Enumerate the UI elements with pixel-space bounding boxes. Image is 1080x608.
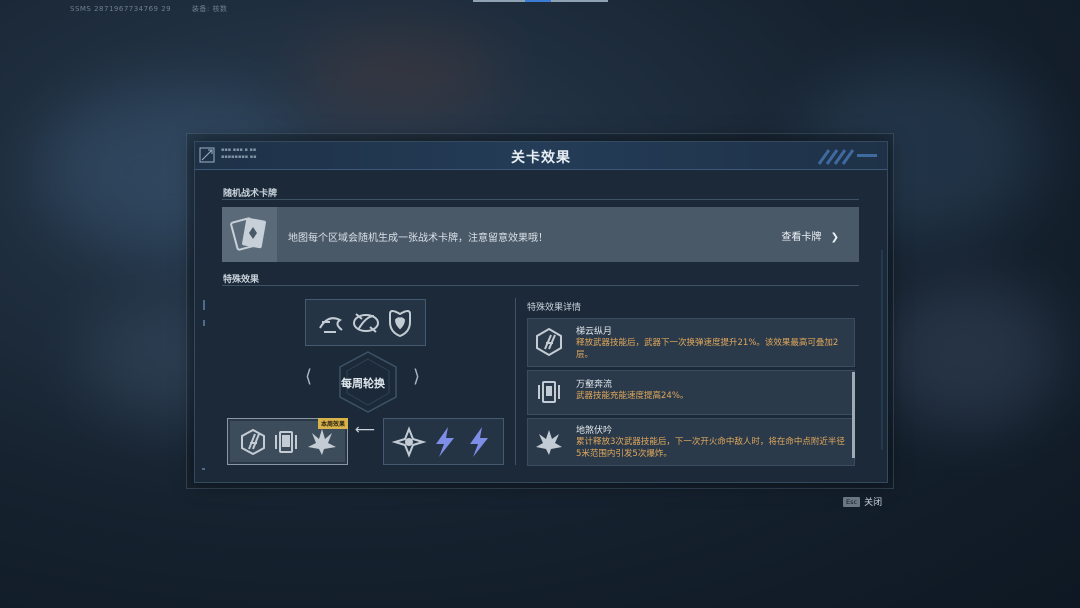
chain-icon: [353, 313, 379, 333]
detail-item: 地煞伏吟 累计释放3次武器技能后，下一次开火命中敌人时，将在命中点附近半径5米范…: [527, 418, 855, 466]
ladder-icon: [536, 327, 562, 357]
weekly-rotation-label: 每周轮换: [341, 377, 385, 390]
left-decor-lines: [202, 300, 205, 470]
equip-label: 装备: 核数: [191, 5, 228, 13]
random-cards-description: 地图每个区域会随机生成一张战术卡牌，注意留意效果哦！: [288, 233, 548, 244]
detail-name: 地煞伏吟: [576, 426, 613, 436]
detail-description: 释放武器技能后，武器下一次换弹速度提升21%。该效果最高可叠加2层。: [576, 338, 839, 360]
effect-group-next[interactable]: [305, 299, 426, 346]
detail-name: 梯云纵月: [576, 327, 613, 337]
close-label: 关闭: [864, 498, 883, 508]
dialog-header: ▪▪▪ ▪▪▪ ▪ ▪▪ ▪▪▪▪▪▪▪▪ ▪▪ 关卡效果: [195, 142, 887, 170]
right-decor-lines: [881, 250, 883, 450]
background-blur: [880, 280, 1060, 430]
stage-effects-dialog: ▪▪▪ ▪▪▪ ▪ ▪▪ ▪▪▪▪▪▪▪▪ ▪▪ 关卡效果 随机战术卡牌 地图每个…: [194, 141, 888, 483]
explosion-icon: [536, 430, 562, 455]
detail-description: 累计释放3次武器技能后，下一次开火命中敌人时，将在命中点附近半径5米范围内引发5…: [576, 437, 845, 459]
this-week-badge: 本周效果: [317, 418, 348, 429]
detail-description: 武器技能充能速度提高24%。: [576, 391, 689, 401]
effect-group-this-week[interactable]: 本周效果: [227, 418, 348, 465]
detail-item: 万壑奔流 武器技能充能速度提高24%。: [527, 370, 855, 415]
random-cards-heading: 随机战术卡牌: [223, 189, 278, 199]
detail-item: 梯云纵月 释放武器技能后，武器下一次换弹速度提升21%。该效果最高可叠加2层。: [527, 318, 855, 367]
close-button[interactable]: Esc 关闭: [843, 495, 882, 508]
rotate-right-arrow-icon: ⟩: [413, 366, 421, 387]
background-blur: [300, 30, 500, 120]
cards-icon: [230, 217, 266, 251]
shuriken-icon: [391, 426, 427, 458]
heart-shield-icon: [389, 310, 411, 338]
effect-group-icons: [391, 426, 488, 458]
special-effects-heading: 特殊效果: [223, 275, 260, 285]
dialog-title: 关卡效果: [511, 150, 571, 166]
phone-burst-icon: [538, 381, 560, 403]
random-cards-banner[interactable]: 地图每个区域会随机生成一张战术卡牌，注意留意效果哦！ 查看卡牌 ❯: [222, 207, 859, 262]
header-stripes-decor: [817, 149, 877, 165]
rotate-left-arrow-icon: ⟨: [305, 366, 313, 387]
lightning-icon: [436, 427, 454, 457]
effect-details-list[interactable]: 梯云纵月 释放武器技能后，武器下一次换弹速度提升21%。该效果最高可叠加2层。 …: [527, 318, 857, 466]
user-id: SSMS 2871967734769 29: [70, 5, 172, 13]
lightning-icon: [470, 427, 488, 457]
ladder-icon: [241, 428, 265, 456]
section-divider: [222, 199, 859, 200]
view-cards-label: 查看卡牌: [781, 232, 822, 243]
top-tab-indicator: [473, 0, 608, 2]
esc-key: Esc: [843, 497, 861, 507]
explosion-icon: [308, 429, 336, 455]
phone-burst-icon: [275, 431, 297, 453]
detail-name: 万壑奔流: [576, 380, 613, 390]
chevron-right-icon: ❯: [830, 232, 839, 243]
section-divider: [222, 285, 859, 286]
vertical-divider: [515, 298, 516, 465]
cards-icon-box: [222, 207, 277, 262]
dragon-icon: [319, 317, 343, 333]
view-cards-link[interactable]: 查看卡牌 ❯: [781, 228, 839, 243]
effect-group-icons: [319, 310, 411, 338]
top-info: SSMS 2871967734769 29 装备: 核数: [70, 4, 245, 14]
details-scrollbar[interactable]: [852, 372, 855, 458]
effect-group-later[interactable]: [383, 418, 504, 465]
details-heading: 特殊效果详情: [527, 303, 582, 313]
arrow-left-icon: ⟵: [355, 422, 376, 438]
